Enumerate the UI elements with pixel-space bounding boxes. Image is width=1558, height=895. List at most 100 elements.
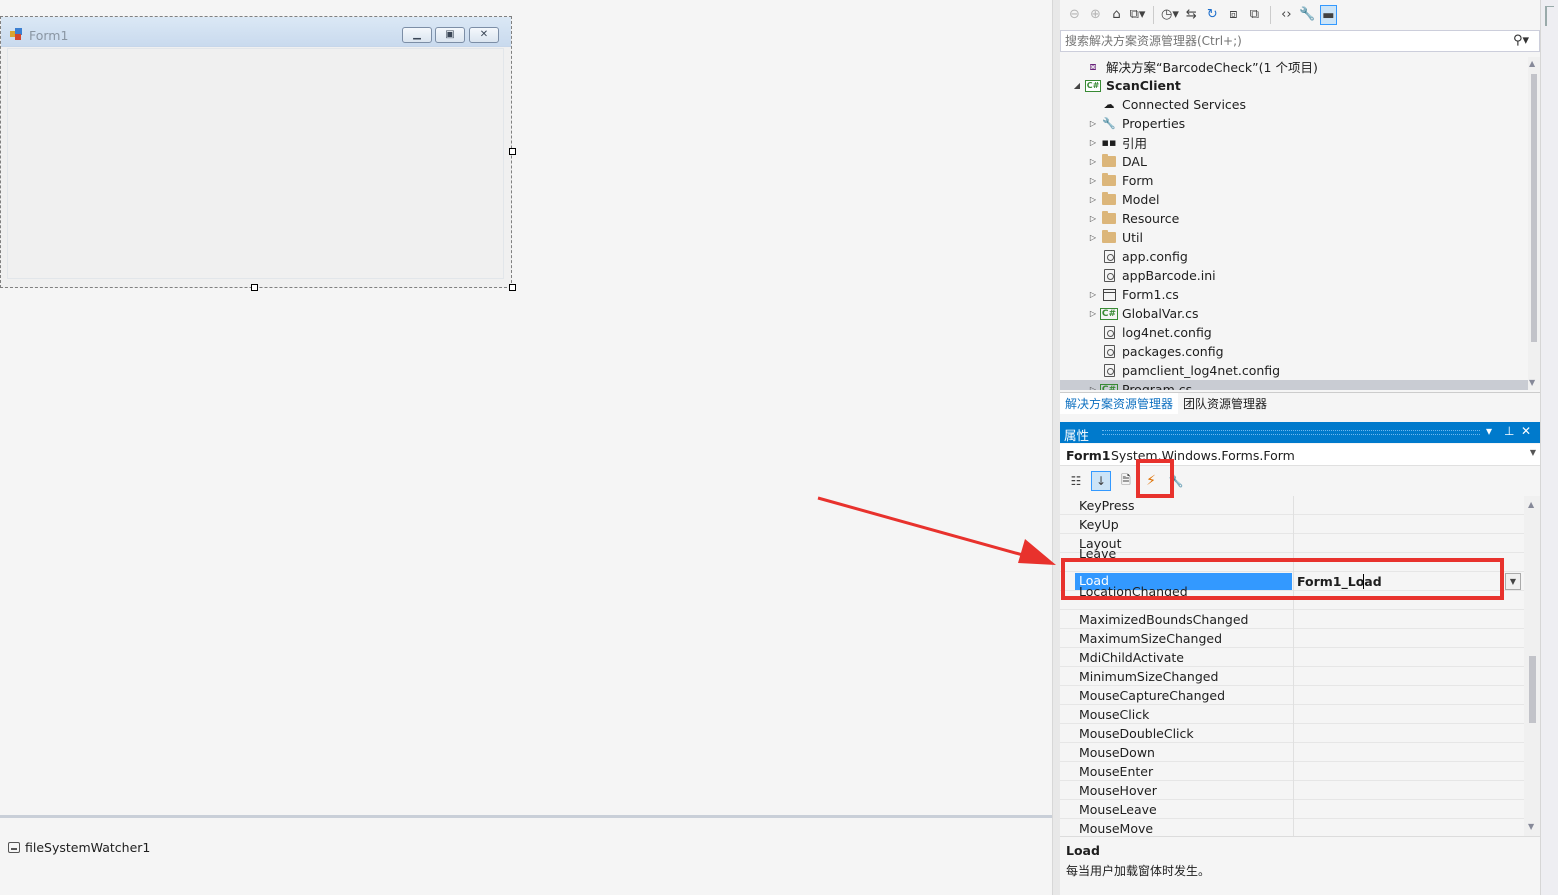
preview-selected-items-icon[interactable]: ▬: [1319, 5, 1337, 25]
categorized-icon[interactable]: ☷: [1066, 471, 1086, 491]
expander-arrow-icon[interactable]: ▷: [1086, 119, 1100, 128]
tree-item[interactable]: packages.config: [1060, 342, 1528, 361]
tree-item[interactable]: ▷ Resource: [1060, 209, 1528, 228]
event-row-mouseleave[interactable]: MouseLeave: [1060, 800, 1524, 819]
csharp-file-icon: C#: [1099, 307, 1119, 320]
collapse-all-icon[interactable]: ⧈: [1225, 5, 1242, 25]
tree-item-label: Program.cs: [1122, 382, 1193, 390]
expander-arrow-icon[interactable]: ▷: [1086, 157, 1100, 166]
scrollbar-thumb[interactable]: [1531, 74, 1537, 342]
tree-item[interactable]: ▷ Util: [1060, 228, 1528, 247]
scroll-down-icon[interactable]: ▼: [1529, 378, 1535, 387]
tree-item[interactable]: ▷ C# Program.cs: [1060, 380, 1528, 390]
back-icon[interactable]: ⊖: [1066, 5, 1083, 25]
grid-column-divider: [1293, 686, 1294, 705]
expander-arrow-icon[interactable]: ▷: [1086, 309, 1100, 318]
tree-item[interactable]: ▷ DAL: [1060, 152, 1528, 171]
window-position-dropdown-icon[interactable]: ▾: [1486, 424, 1492, 438]
switch-views-icon[interactable]: ⧉▾: [1129, 5, 1146, 25]
expander-arrow-icon[interactable]: ▷: [1086, 233, 1100, 242]
solution-explorer-toolbar: ⊖ ⊕ ⌂ ⧉▾ ◷▾ ⇆ ↻ ⧈ ⧉ ‹› 🔧 ▬: [1060, 0, 1540, 30]
expander-arrow-icon[interactable]: ▷: [1086, 195, 1100, 204]
event-row-keypress[interactable]: KeyPress: [1060, 496, 1524, 515]
grid-column-divider: [1293, 800, 1294, 819]
resize-handle-bottom[interactable]: [251, 284, 258, 291]
event-row-mousemove[interactable]: MouseMove: [1060, 819, 1524, 836]
forward-icon[interactable]: ⊕: [1087, 5, 1104, 25]
expanded-arrow-icon[interactable]: ◢: [1070, 81, 1084, 90]
tab-team-explorer[interactable]: 团队资源管理器: [1178, 393, 1272, 414]
tree-item[interactable]: ⧈ 解决方案“BarcodeCheck”(1 个项目): [1060, 57, 1528, 76]
properties-view-icon[interactable]: 🗎: [1116, 471, 1136, 491]
show-all-files-icon[interactable]: ⧉: [1246, 5, 1263, 25]
panel-splitter[interactable]: [1052, 0, 1060, 895]
tree-item[interactable]: ▷ C# GlobalVar.cs: [1060, 304, 1528, 323]
sync-with-document-icon[interactable]: ⇆: [1183, 5, 1200, 25]
search-input[interactable]: [1065, 34, 1505, 48]
search-icon[interactable]: ⚲▾: [1513, 33, 1529, 48]
close-panel-icon[interactable]: ✕: [1521, 424, 1531, 438]
pin-icon[interactable]: ⊥: [1504, 424, 1514, 438]
close-icon[interactable]: ✕: [469, 27, 499, 43]
view-code-icon[interactable]: ‹›: [1278, 5, 1295, 25]
form-designer-surface[interactable]: Form1 ▁ ▣ ✕: [0, 0, 1052, 815]
tree-item[interactable]: ▷ Form: [1060, 171, 1528, 190]
tray-component-filesystemwatcher[interactable]: fileSystemWatcher1: [8, 840, 150, 855]
event-row-mdichildactivate[interactable]: MdiChildActivate: [1060, 648, 1524, 667]
tree-item[interactable]: ▷ Model: [1060, 190, 1528, 209]
expander-arrow-icon[interactable]: ▷: [1086, 214, 1100, 223]
minimize-icon[interactable]: ▁: [402, 27, 432, 43]
event-name: MouseCaptureChanged: [1079, 688, 1226, 703]
event-row-mousehover[interactable]: MouseHover: [1060, 781, 1524, 800]
event-row-mousecapturechanged[interactable]: MouseCaptureChanged: [1060, 686, 1524, 705]
config-file-icon: [1100, 364, 1118, 378]
chevron-down-icon[interactable]: ▼: [1505, 573, 1521, 590]
solution-tree-scrollbar[interactable]: ▲ ▼: [1528, 57, 1540, 390]
events-grid-scrollbar[interactable]: ▲ ▼: [1524, 496, 1540, 836]
scroll-up-icon[interactable]: ▲: [1528, 500, 1534, 509]
csharp-project-icon: C#: [1084, 79, 1102, 92]
tree-item[interactable]: appBarcode.ini: [1060, 266, 1528, 285]
form1-titlebar[interactable]: Form1 ▁ ▣ ✕: [1, 17, 511, 47]
event-row-minimumsizechanged[interactable]: MinimumSizeChanged: [1060, 667, 1524, 686]
tree-item[interactable]: app.config: [1060, 247, 1528, 266]
scrollbar-thumb[interactable]: [1529, 656, 1536, 723]
event-row-mouseenter[interactable]: MouseEnter: [1060, 762, 1524, 781]
scroll-down-icon[interactable]: ▼: [1528, 822, 1534, 831]
event-row-keyup[interactable]: KeyUp: [1060, 515, 1524, 534]
expander-arrow-icon[interactable]: ▷: [1086, 385, 1100, 390]
event-row-mousedoubleclick[interactable]: MouseDoubleClick: [1060, 724, 1524, 743]
event-row-maximizedboundschanged[interactable]: MaximizedBoundsChanged: [1060, 610, 1524, 629]
event-row-mousedown[interactable]: MouseDown: [1060, 743, 1524, 762]
properties-titlebar[interactable]: 属性 ▾ ⊥ ✕: [1060, 422, 1540, 443]
tree-item[interactable]: ▷ Form1.cs: [1060, 285, 1528, 304]
form1-client-area[interactable]: [7, 48, 504, 279]
home-icon[interactable]: ⌂: [1108, 5, 1125, 25]
tree-item[interactable]: log4net.config: [1060, 323, 1528, 342]
tab-solution-explorer[interactable]: 解决方案资源管理器: [1060, 393, 1179, 414]
refresh-icon[interactable]: ↻: [1204, 5, 1221, 25]
tree-item[interactable]: ▷ 🔧 Properties: [1060, 114, 1528, 133]
scroll-up-icon[interactable]: ▲: [1529, 59, 1535, 68]
expander-arrow-icon[interactable]: ▷: [1086, 176, 1100, 185]
pending-changes-filter-icon[interactable]: ◷▾: [1161, 5, 1179, 25]
tree-item[interactable]: pamclient_log4net.config: [1060, 361, 1528, 380]
event-row-mouseclick[interactable]: MouseClick: [1060, 705, 1524, 724]
chevron-down-icon[interactable]: ▼: [1530, 448, 1536, 457]
resize-handle-corner[interactable]: [509, 284, 516, 291]
expander-arrow-icon[interactable]: ▷: [1086, 290, 1100, 299]
expander-arrow-icon[interactable]: ▷: [1086, 138, 1100, 147]
solution-explorer-search[interactable]: ⚲▾: [1060, 30, 1540, 52]
tree-item[interactable]: ◢ C# ScanClient: [1060, 76, 1528, 95]
object-selector[interactable]: Form1 System.Windows.Forms.Form ▼: [1060, 444, 1540, 466]
form1-design-window[interactable]: Form1 ▁ ▣ ✕: [0, 16, 512, 288]
event-row-maximumsizechanged[interactable]: MaximumSizeChanged: [1060, 629, 1524, 648]
side-tab-icon[interactable]: [1545, 6, 1554, 26]
tree-item[interactable]: ▷ ▪▪ 引用: [1060, 133, 1528, 152]
tree-item[interactable]: ☁ Connected Services: [1060, 95, 1528, 114]
alphabetical-icon[interactable]: ↓: [1091, 471, 1111, 491]
resize-handle-right[interactable]: [509, 148, 516, 155]
maximize-icon[interactable]: ▣: [435, 27, 465, 43]
properties-wrench-icon[interactable]: 🔧: [1299, 5, 1316, 25]
event-row-layout[interactable]: Layout: [1060, 534, 1524, 553]
